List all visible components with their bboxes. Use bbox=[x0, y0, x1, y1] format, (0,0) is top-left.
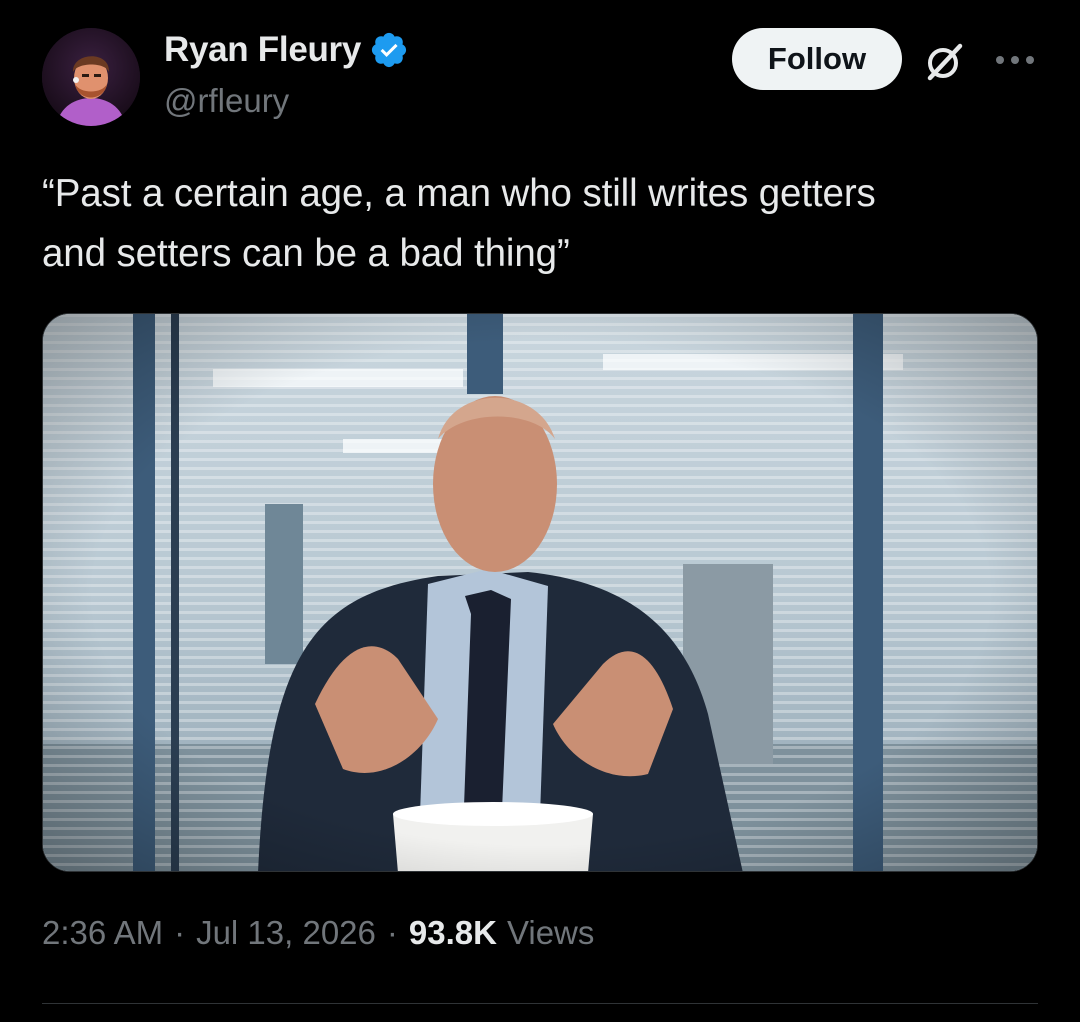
tweet-time[interactable]: 2:36 AM bbox=[42, 914, 163, 952]
grok-icon[interactable] bbox=[922, 40, 966, 84]
author-avatar[interactable] bbox=[42, 28, 140, 126]
meta-separator: · bbox=[174, 914, 186, 951]
verified-badge-icon bbox=[371, 32, 407, 68]
follow-button[interactable]: Follow bbox=[732, 28, 902, 90]
views-count: 93.8K bbox=[408, 914, 497, 951]
tweet-text: “Past a certain age, a man who still wri… bbox=[42, 172, 876, 275]
views-label: Views bbox=[506, 914, 595, 951]
tweet-date[interactable]: Jul 13, 2026 bbox=[196, 914, 376, 952]
author-name-row[interactable]: Ryan Fleury bbox=[164, 30, 409, 70]
avatar-image bbox=[42, 28, 140, 126]
author-display-name[interactable]: Ryan Fleury bbox=[164, 30, 361, 70]
more-options-icon[interactable] bbox=[994, 54, 1036, 66]
meta-separator: · bbox=[386, 914, 398, 951]
tweet-media-image[interactable] bbox=[42, 313, 1038, 872]
author-handle[interactable]: @rfleury bbox=[164, 82, 289, 120]
office-photo bbox=[43, 314, 1037, 871]
divider bbox=[42, 1003, 1038, 1004]
tweet-meta: 2:36 AM · Jul 13, 2026 · 93.8K Views bbox=[42, 914, 594, 952]
